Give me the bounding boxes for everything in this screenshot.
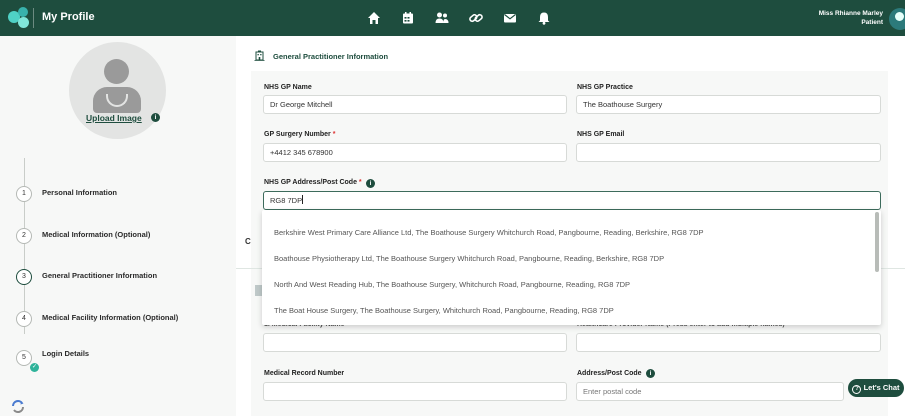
step-login-details[interactable]: 5 Login Details ✓ — [14, 346, 229, 372]
step-general-practitioner-information[interactable]: 3 General Practitioner Information — [14, 265, 229, 289]
required-mark: * — [332, 131, 336, 138]
step-label: Medical Information (Optional) — [42, 230, 151, 239]
home-icon[interactable] — [366, 10, 382, 26]
avatar[interactable] — [889, 8, 905, 30]
step-number: 2 — [16, 228, 32, 244]
step-medical-facility-information[interactable]: 4 Medical Facility Information (Optional… — [14, 307, 229, 331]
profile-photo-placeholder — [69, 42, 166, 139]
step-medical-information[interactable]: 2 Medical Information (Optional) — [14, 224, 229, 248]
section-title: General Practitioner Information — [273, 52, 389, 61]
gp-email-label: NHS GP Email — [577, 131, 625, 138]
surgery-number-input[interactable]: +4412 345 678900 — [263, 143, 567, 162]
gp-email-input[interactable] — [576, 143, 881, 162]
address-suggestion[interactable]: The Boat House Surgery, The Boathouse Su… — [262, 298, 872, 323]
page-title: My Profile — [42, 11, 95, 23]
gp-address-label: NHS GP Address/Post Code * — [264, 179, 362, 186]
app-logo-icon[interactable] — [8, 7, 32, 29]
gp-name-input[interactable]: Dr George Mitchell — [263, 95, 567, 114]
step-number: 5 — [16, 350, 32, 366]
address-suggestions-dropdown: Berkshire West Primary Care Alliance Ltd… — [262, 210, 881, 325]
main-nav — [366, 10, 552, 26]
link-icon[interactable] — [468, 10, 484, 26]
postcode-input[interactable]: Enter postal code — [576, 382, 844, 401]
step-label: Personal Information — [42, 188, 118, 197]
gp-address-input-value: RG8 7DP — [270, 196, 303, 205]
step-label: Login Details — [42, 349, 90, 358]
surgery-number-label-text: GP Surgery Number — [264, 131, 331, 138]
info-icon[interactable]: i — [366, 179, 375, 188]
people-icon[interactable] — [434, 10, 450, 26]
upload-image-link[interactable]: Upload Image — [86, 113, 142, 123]
provider-name-input[interactable] — [576, 333, 881, 352]
user-info[interactable]: Miss Rhianne Marley Patient — [819, 9, 883, 27]
postcode-label: Address/Post Code — [577, 370, 642, 377]
help-icon: ? — [852, 385, 862, 394]
record-number-input[interactable] — [263, 382, 567, 401]
address-suggestion[interactable]: Boathouse Physiotherapy Ltd, The Boathou… — [262, 246, 872, 271]
section-heading-partial: C — [245, 237, 251, 246]
surgery-number-label: GP Surgery Number * — [264, 131, 335, 138]
chat-button[interactable]: ? Let's Chat — [848, 379, 904, 397]
building-icon — [254, 50, 265, 61]
mail-icon[interactable] — [502, 10, 518, 26]
required-mark: * — [358, 179, 362, 186]
doctor-avatar-head — [104, 59, 129, 84]
gp-address-input[interactable]: RG8 7DP — [263, 191, 881, 210]
header-divider — [33, 8, 34, 28]
record-number-label: Medical Record Number — [264, 370, 345, 377]
step-label: Medical Facility Information (Optional) — [42, 313, 179, 322]
gp-address-label-text: NHS GP Address/Post Code — [264, 179, 357, 186]
user-role: Patient — [861, 19, 883, 26]
bell-icon[interactable] — [536, 10, 552, 26]
top-navigation-bar: My Profile Miss Rhianne Marley Patient — [0, 0, 905, 36]
gp-practice-label: NHS GP Practice — [577, 84, 633, 91]
step-number: 1 — [16, 186, 32, 202]
info-icon[interactable]: i — [151, 113, 160, 122]
facility-name-input[interactable] — [263, 333, 567, 352]
gp-practice-input[interactable]: The Boathouse Surgery — [576, 95, 881, 114]
calendar-icon[interactable] — [400, 10, 416, 26]
address-suggestion[interactable]: Berkshire West Primary Care Alliance Ltd… — [262, 220, 872, 245]
step-personal-information[interactable]: 1 Personal Information — [14, 182, 229, 206]
postcode-placeholder: Enter postal code — [583, 387, 642, 396]
gp-name-label: NHS GP Name — [264, 84, 312, 91]
step-number: 4 — [16, 311, 32, 327]
step-number: 3 — [16, 269, 32, 285]
dropdown-scrollbar[interactable] — [875, 212, 879, 272]
recaptcha-icon[interactable] — [10, 400, 26, 413]
step-label: General Practitioner Information — [42, 271, 158, 280]
address-suggestion[interactable]: North And West Reading Hub, The Boathous… — [262, 272, 872, 297]
text-cursor — [302, 195, 304, 204]
check-icon: ✓ — [30, 363, 39, 372]
user-name: Miss Rhianne Marley — [818, 10, 883, 17]
chat-button-label: Let's Chat — [863, 383, 900, 392]
info-icon[interactable]: i — [646, 369, 655, 378]
